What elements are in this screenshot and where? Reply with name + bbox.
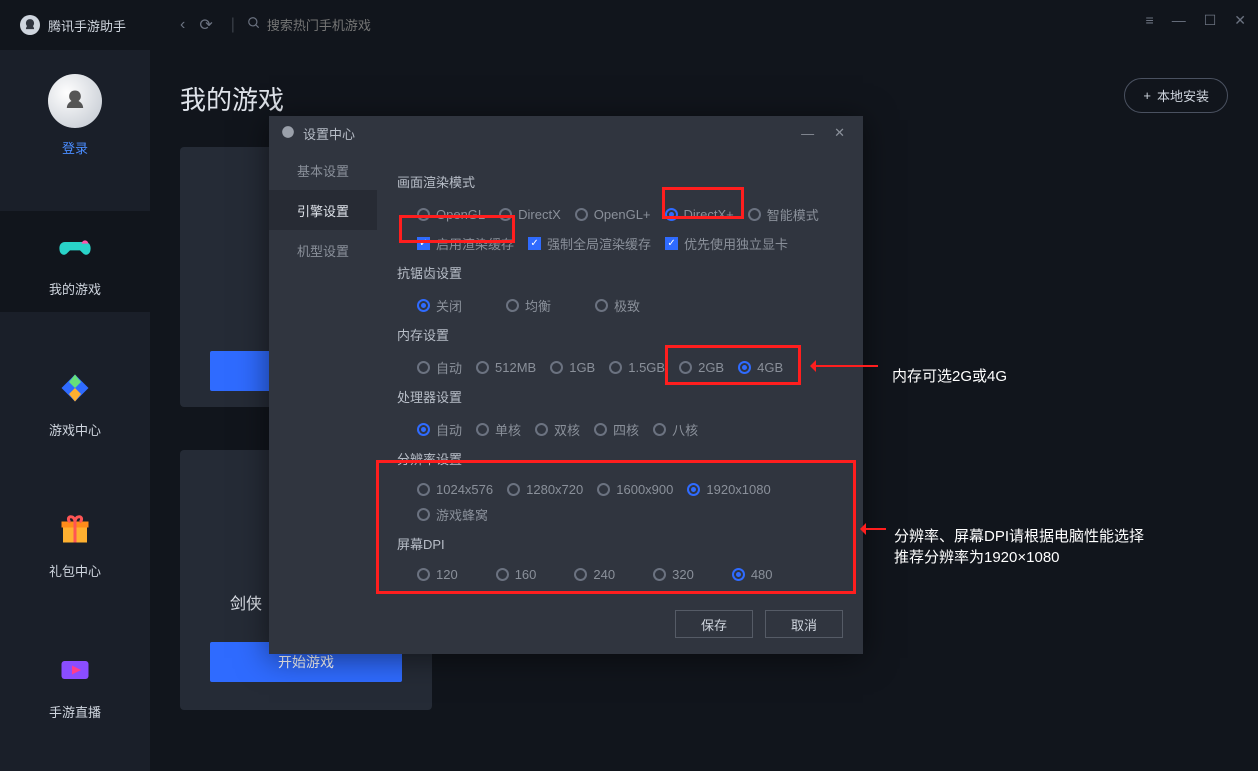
dialog-title: 设置中心 xyxy=(303,124,355,143)
tab-device[interactable]: 机型设置 xyxy=(269,230,377,270)
video-icon xyxy=(53,648,97,692)
radio-aa-max[interactable]: 极致 xyxy=(595,296,640,315)
section-dpi: 屏幕DPI xyxy=(397,534,843,553)
radio-mem-1g[interactable]: 1GB xyxy=(550,358,595,377)
radio-dpi-320[interactable]: 320 xyxy=(653,567,694,582)
radio-res-1600[interactable]: 1600x900 xyxy=(597,482,673,497)
radio-dpi-240[interactable]: 240 xyxy=(574,567,615,582)
sidebar-item-label: 手游直播 xyxy=(49,702,101,721)
search-input[interactable] xyxy=(267,18,467,33)
section-res: 分辨率设置 xyxy=(397,449,843,468)
divider: | xyxy=(231,16,235,34)
settings-dialog: 设置中心 — ✕ 基本设置 引擎设置 机型设置 画面渲染模式 OpenGL Di… xyxy=(269,116,863,654)
back-icon[interactable]: ‹ xyxy=(180,16,185,34)
login-label: 登录 xyxy=(62,138,88,157)
radio-cpu-4[interactable]: 四核 xyxy=(594,420,639,439)
sidebar-item-label: 礼包中心 xyxy=(49,561,101,580)
dialog-close-icon[interactable]: ✕ xyxy=(828,125,851,141)
check-dedicated-gpu[interactable]: ✓优先使用独立显卡 xyxy=(665,234,788,253)
app-title: 腾讯手游助手 xyxy=(48,16,126,35)
app-logo-icon xyxy=(20,15,40,35)
radio-directx-plus[interactable]: DirectX+ xyxy=(665,205,734,224)
sidebar-game-center[interactable]: 游戏中心 xyxy=(0,352,150,453)
section-render: 画面渲染模式 xyxy=(397,172,843,191)
radio-mem-2g[interactable]: 2GB xyxy=(679,358,724,377)
radio-smart[interactable]: 智能模式 xyxy=(748,205,819,224)
radio-mem-auto[interactable]: 自动 xyxy=(417,358,462,377)
radio-res-1024[interactable]: 1024x576 xyxy=(417,482,493,497)
plus-icon: + xyxy=(1143,88,1151,103)
check-render-cache[interactable]: ✓启用渲染缓存 xyxy=(417,234,514,253)
sidebar-live[interactable]: 手游直播 xyxy=(0,634,150,735)
sidebar-item-label: 游戏中心 xyxy=(49,420,101,439)
menu-icon[interactable]: ≡ xyxy=(1146,12,1154,29)
gamepad-icon xyxy=(53,225,97,269)
annotation-memory: 内存可选2G或4G xyxy=(892,365,1007,386)
radio-cpu-2[interactable]: 双核 xyxy=(535,420,580,439)
diamond-icon xyxy=(53,366,97,410)
radio-res-hive[interactable]: 游戏蜂窝 xyxy=(417,505,488,524)
tab-engine[interactable]: 引擎设置 xyxy=(269,190,377,230)
radio-dpi-160[interactable]: 160 xyxy=(496,567,537,582)
radio-res-1920[interactable]: 1920x1080 xyxy=(687,482,770,497)
page-title: 我的游戏 xyxy=(180,80,1228,117)
annotation-res2: 推荐分辨率为1920×1080 xyxy=(894,546,1060,567)
radio-aa-off[interactable]: 关闭 xyxy=(417,296,462,315)
search-icon[interactable] xyxy=(247,16,261,35)
annotation-res1: 分辨率、屏幕DPI请根据电脑性能选择 xyxy=(894,525,1144,546)
radio-cpu-auto[interactable]: 自动 xyxy=(417,420,462,439)
avatar-icon xyxy=(48,74,102,128)
refresh-icon[interactable]: ⟳ xyxy=(199,15,212,35)
gift-icon xyxy=(53,507,97,551)
sidebar-item-label: 我的游戏 xyxy=(49,279,101,298)
radio-directx[interactable]: DirectX xyxy=(499,205,561,224)
sidebar-gift-center[interactable]: 礼包中心 xyxy=(0,493,150,594)
check-global-cache[interactable]: ✓强制全局渲染缓存 xyxy=(528,234,651,253)
radio-mem-512[interactable]: 512MB xyxy=(476,358,536,377)
arrow xyxy=(862,528,886,530)
close-icon[interactable]: ✕ xyxy=(1234,12,1246,29)
arrow xyxy=(812,365,878,367)
sidebar-login[interactable]: 登录 xyxy=(0,60,150,171)
local-install-button[interactable]: + 本地安装 xyxy=(1124,78,1228,113)
radio-aa-balanced[interactable]: 均衡 xyxy=(506,296,551,315)
radio-opengl[interactable]: OpenGL xyxy=(417,205,485,224)
minimize-icon[interactable]: — xyxy=(1172,12,1186,29)
radio-cpu-8[interactable]: 八核 xyxy=(653,420,698,439)
section-cpu: 处理器设置 xyxy=(397,387,843,406)
card-title: 剑侠 xyxy=(230,590,262,614)
save-button[interactable]: 保存 xyxy=(675,610,753,638)
dialog-logo-icon xyxy=(281,125,295,142)
radio-opengl-plus[interactable]: OpenGL+ xyxy=(575,205,651,224)
dialog-minimize-icon[interactable]: — xyxy=(795,126,820,141)
section-mem: 内存设置 xyxy=(397,325,843,344)
cancel-button[interactable]: 取消 xyxy=(765,610,843,638)
radio-res-1280[interactable]: 1280x720 xyxy=(507,482,583,497)
maximize-icon[interactable]: ☐ xyxy=(1204,12,1217,29)
sidebar-my-games[interactable]: 我的游戏 xyxy=(0,211,150,312)
radio-dpi-480[interactable]: 480 xyxy=(732,567,773,582)
section-aa: 抗锯齿设置 xyxy=(397,263,843,282)
radio-mem-4g[interactable]: 4GB xyxy=(738,358,783,377)
radio-dpi-120[interactable]: 120 xyxy=(417,567,458,582)
radio-cpu-1[interactable]: 单核 xyxy=(476,420,521,439)
radio-mem-15g[interactable]: 1.5GB xyxy=(609,358,665,377)
tab-basic[interactable]: 基本设置 xyxy=(269,150,377,190)
local-install-label: 本地安装 xyxy=(1157,86,1209,105)
